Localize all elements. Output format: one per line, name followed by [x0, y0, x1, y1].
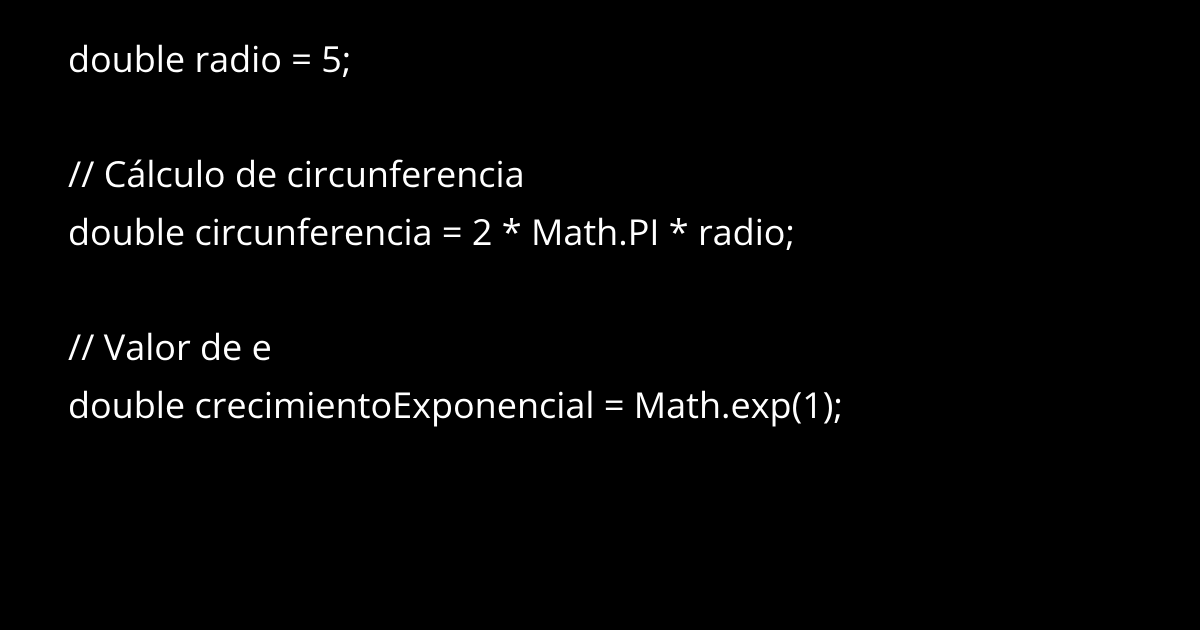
code-block: double radio = 5; // Cálculo de circunfe…: [0, 0, 1200, 463]
code-line: double radio = 5;: [68, 30, 1132, 88]
code-line: // Valor de e: [68, 318, 1132, 376]
code-line: [68, 260, 1132, 318]
code-line: // Cálculo de circunferencia: [68, 145, 1132, 203]
code-line: [68, 88, 1132, 146]
code-line: double crecimientoExponencial = Math.exp…: [68, 376, 1132, 434]
code-line: double circunferencia = 2 * Math.PI * ra…: [68, 203, 1132, 261]
